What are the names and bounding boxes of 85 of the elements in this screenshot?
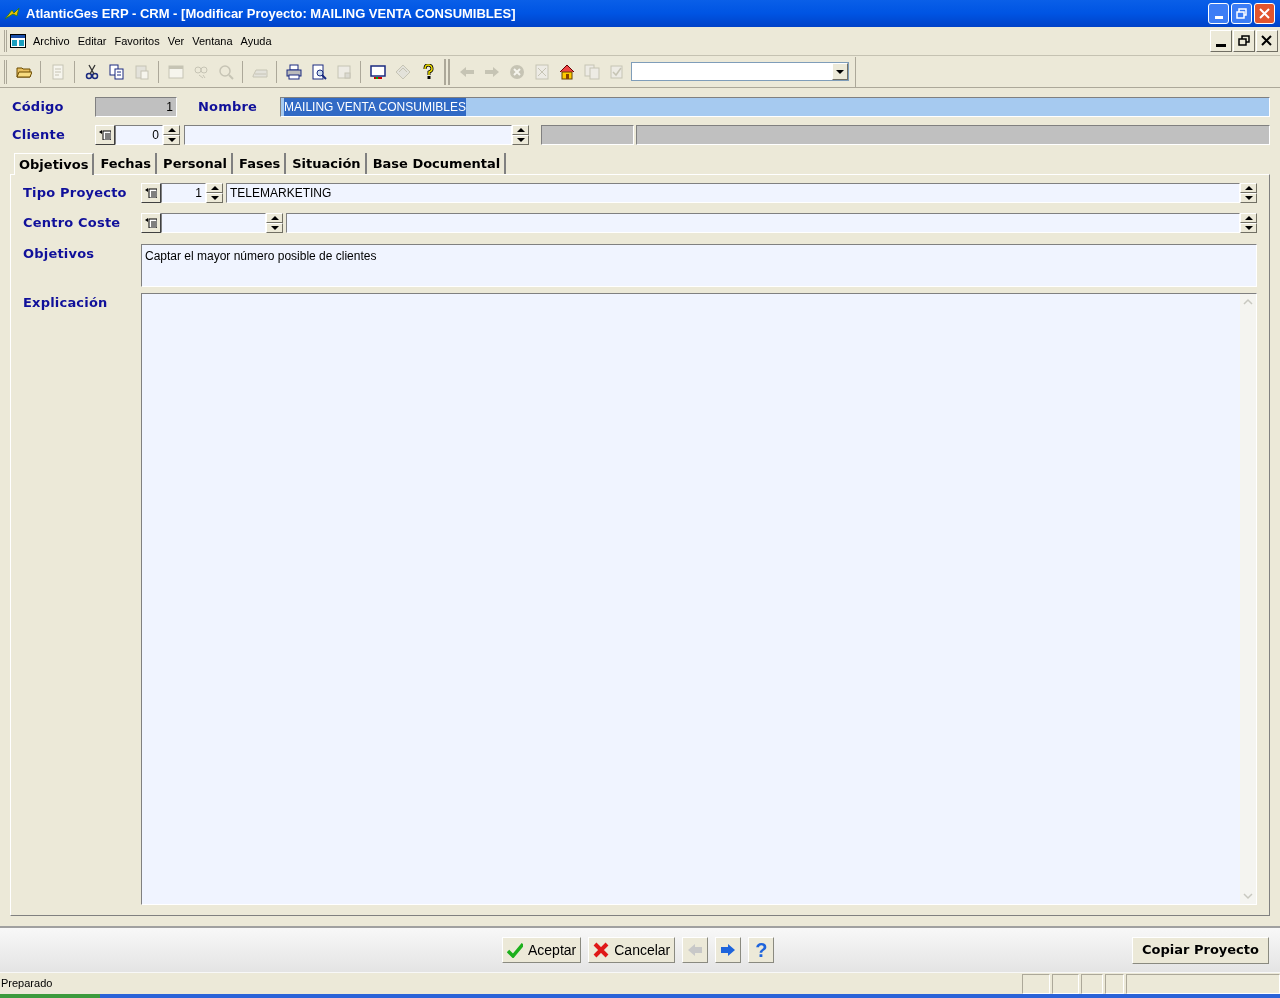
dropdown-arrow-icon[interactable]: [836, 69, 844, 74]
spin-down-icon[interactable]: [1244, 196, 1253, 200]
toolbar-grip: [444, 58, 450, 85]
check-icon: [507, 942, 523, 958]
menu-item[interactable]: Ver: [163, 32, 189, 50]
readonly-field[interactable]: [541, 125, 634, 145]
field-label: Centro Coste: [23, 214, 122, 232]
field-label: Objetivos: [23, 245, 96, 263]
printer-icon[interactable]: [285, 63, 302, 80]
window-menu-icon[interactable]: [10, 34, 26, 48]
minimize-icon: [1216, 44, 1226, 47]
field-label: Código: [12, 98, 65, 117]
list-icon: [145, 218, 157, 228]
menu-item[interactable]: Ayuda: [236, 32, 276, 50]
monitor-icon[interactable]: [369, 63, 386, 80]
client-code-field[interactable]: 0: [115, 125, 163, 145]
spinner[interactable]: [266, 213, 283, 233]
accept-button[interactable]: Aceptar: [502, 937, 582, 963]
type-code-field[interactable]: 1: [161, 183, 206, 203]
restore-icon: [1236, 8, 1247, 19]
preview-icon[interactable]: [310, 63, 327, 80]
forward-button[interactable]: [715, 937, 742, 963]
status-panel: [1105, 973, 1124, 994]
spin-up-icon[interactable]: [210, 186, 219, 190]
spin-up-icon[interactable]: [270, 216, 279, 220]
spinner[interactable]: [512, 125, 529, 145]
spinner[interactable]: [206, 183, 223, 203]
spinner[interactable]: [163, 125, 180, 145]
help-button[interactable]: ?: [748, 937, 775, 963]
minimize-button[interactable]: [1208, 3, 1229, 24]
status-panel: [1022, 973, 1050, 994]
close-icon: [593, 942, 610, 958]
status-text: Preparado: [0, 976, 54, 992]
field-label: Nombre: [198, 98, 258, 117]
name-field[interactable]: MAILING VENTA CONSUMIBLES: [280, 97, 1270, 117]
objectives-textarea[interactable]: Captar el mayor número posible de clientes: [141, 244, 1257, 287]
restore-icon: [1238, 35, 1250, 47]
code-field[interactable]: 1: [95, 97, 177, 117]
menu-item[interactable]: Editar: [73, 32, 111, 50]
close-icon: [1259, 8, 1270, 19]
spin-up-icon[interactable]: [167, 128, 176, 132]
back-arrow-icon: [687, 942, 704, 958]
menu-item[interactable]: Ventana: [188, 32, 237, 50]
mdi-restore-button[interactable]: [1233, 30, 1255, 52]
list-icon: [99, 130, 111, 140]
window-title: AtlanticGes ERP - CRM - [Modificar Proyecto: MAILING VENTA CONSUMIBLES]: [26, 4, 517, 23]
field-label: Explicación: [23, 294, 109, 312]
client-name-field[interactable]: [184, 125, 512, 145]
spin-up-icon[interactable]: [1244, 216, 1253, 220]
home-icon[interactable]: [558, 63, 575, 80]
menu-item[interactable]: Archivo: [29, 32, 74, 50]
mdi-close-button[interactable]: [1256, 30, 1278, 52]
spin-down-icon[interactable]: [516, 138, 525, 142]
spin-down-icon[interactable]: [167, 138, 176, 142]
copy-icon[interactable]: [108, 63, 125, 80]
scissors-icon[interactable]: [83, 63, 100, 80]
type-name-field[interactable]: TELEMARKETING: [226, 183, 1240, 203]
lookup-button[interactable]: [141, 213, 161, 233]
field-label: Cliente: [12, 126, 66, 145]
mdi-minimize-button[interactable]: [1210, 30, 1232, 52]
list-icon: [145, 188, 157, 198]
cost-center-code-field[interactable]: [161, 213, 266, 233]
lookup-button[interactable]: [95, 125, 115, 145]
app-logo-icon: [4, 6, 20, 21]
spinner[interactable]: [1240, 213, 1257, 233]
spin-up-icon[interactable]: [1244, 186, 1253, 190]
status-panel: [1052, 973, 1079, 994]
readonly-field[interactable]: [636, 125, 1270, 145]
spin-down-icon[interactable]: [270, 226, 279, 230]
copy-project-button[interactable]: Copiar Proyecto: [1132, 936, 1269, 964]
close-icon: [1261, 35, 1273, 47]
lookup-button[interactable]: [141, 183, 161, 203]
spin-up-icon[interactable]: [516, 128, 525, 132]
close-button[interactable]: [1254, 3, 1275, 24]
spin-down-icon[interactable]: [1244, 226, 1253, 230]
menu-item[interactable]: Favoritos: [110, 32, 164, 50]
spinner[interactable]: [1240, 183, 1257, 203]
forward-arrow-icon: [720, 942, 737, 958]
restore-button[interactable]: [1231, 3, 1252, 24]
field-label: Tipo Proyecto: [23, 184, 128, 202]
cost-center-name-field[interactable]: [286, 213, 1240, 233]
spin-down-icon[interactable]: [210, 196, 219, 200]
tab[interactable]: Objetivos: [14, 153, 95, 175]
status-panel: [1081, 973, 1103, 994]
cancel-button[interactable]: Cancelar: [588, 937, 676, 963]
